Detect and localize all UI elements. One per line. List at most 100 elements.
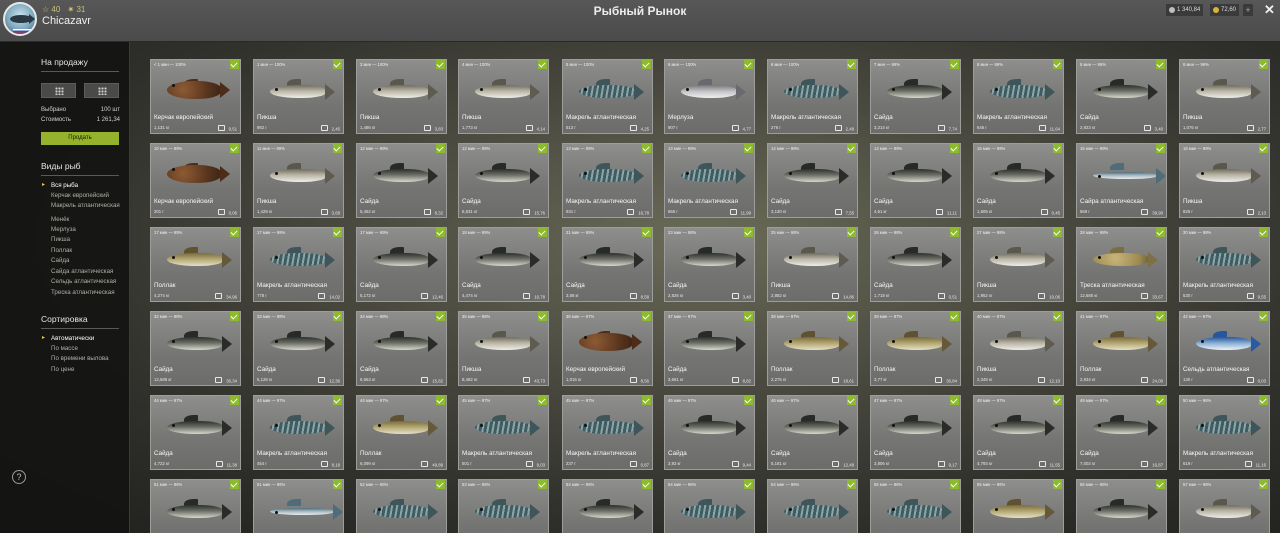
selected-check-icon[interactable]: [436, 312, 445, 321]
fish-card[interactable]: 51 мин — 96%: [150, 479, 241, 533]
fish-card[interactable]: 45 мин — 97% Макрель атлантическая 237 г 0,…: [562, 395, 653, 470]
selected-check-icon[interactable]: [230, 228, 239, 237]
fish-card[interactable]: 54 мин — 96%: [562, 479, 653, 533]
selected-check-icon[interactable]: [230, 312, 239, 321]
selected-check-icon[interactable]: [847, 228, 856, 237]
fish-card[interactable]: 32 мин — 98% Сайда 12,589 кг 30,34: [150, 311, 241, 386]
fish-card[interactable]: 25 мин — 98% Пикша 2,882 кг 14,86: [767, 227, 858, 302]
fish-card[interactable]: 52 мин — 96%: [356, 479, 447, 533]
fish-card[interactable]: 38 мин — 97% Поллак 2,275 кг 18,61: [767, 311, 858, 386]
selected-check-icon[interactable]: [642, 480, 651, 489]
fish-card[interactable]: 49 мин — 97% Сайда 7,002 кг 16,87: [1076, 395, 1167, 470]
fish-card[interactable]: 55 мин — 96%: [870, 479, 961, 533]
selected-check-icon[interactable]: [1156, 144, 1165, 153]
selected-check-icon[interactable]: [436, 228, 445, 237]
fish-card[interactable]: 42 мин — 97% Сельдь атлантическая 130 г 0,0…: [1179, 311, 1270, 386]
fish-card[interactable]: 8 мин — 99% Пикша 1,076 кг 2,77: [1179, 59, 1270, 134]
fish-card[interactable]: 8 мин — 99% Макрель атлантическая 646 г 11,…: [973, 59, 1064, 134]
fish-card[interactable]: 34 мин — 98% Сайда 6,563 кг 15,82: [356, 311, 447, 386]
fish-card[interactable]: 56 мин — 96%: [1076, 479, 1167, 533]
selected-check-icon[interactable]: [1053, 60, 1062, 69]
fish-card[interactable]: 12 мин — 99% Сайда 6,531 кг 15,76: [458, 143, 549, 218]
fish-card[interactable]: 44 мин — 97% Поллак 6,099 кг 49,89: [356, 395, 447, 470]
fish-card[interactable]: 18 мин — 99% Сайда 4,474 кг 10,78: [458, 227, 549, 302]
selected-check-icon[interactable]: [950, 60, 959, 69]
fish-card[interactable]: 50 мин — 96% Макрель атлантическая 619 г 11…: [1179, 395, 1270, 470]
selected-check-icon[interactable]: [1053, 144, 1062, 153]
selected-check-icon[interactable]: [333, 396, 342, 405]
selected-check-icon[interactable]: [333, 480, 342, 489]
selected-check-icon[interactable]: [333, 312, 342, 321]
selected-check-icon[interactable]: [1259, 396, 1268, 405]
fish-card[interactable]: 10 мин — 99% Керчак европейский 201 г 0,06: [150, 143, 241, 218]
selected-check-icon[interactable]: [436, 144, 445, 153]
selected-check-icon[interactable]: [847, 396, 856, 405]
selected-check-icon[interactable]: [847, 144, 856, 153]
fish-card[interactable]: 37 мин — 97% Сайда 3,661 кг 8,82: [664, 311, 755, 386]
selected-check-icon[interactable]: [230, 144, 239, 153]
fish-card[interactable]: 13 мин — 99% Макрель атлантическая 931 г 16…: [562, 143, 653, 218]
fish-card[interactable]: 14 мин — 99% Сайда 4,61 кг 11,11: [870, 143, 961, 218]
fish-card[interactable]: 15 мин — 99% Сайра атлантическая 569 г 39,9…: [1076, 143, 1167, 218]
selected-check-icon[interactable]: [1053, 480, 1062, 489]
fish-card[interactable]: 6 мин — 100% Мерлуза 907 г 4,77: [664, 59, 755, 134]
selected-check-icon[interactable]: [642, 144, 651, 153]
selected-check-icon[interactable]: [538, 228, 547, 237]
fish-card[interactable]: 40 мин — 97% Пикша 2,348 кг 12,10: [973, 311, 1064, 386]
selected-check-icon[interactable]: [847, 480, 856, 489]
selected-check-icon[interactable]: [333, 144, 342, 153]
selected-check-icon[interactable]: [744, 396, 753, 405]
selected-check-icon[interactable]: [950, 312, 959, 321]
selected-check-icon[interactable]: [333, 228, 342, 237]
selected-check-icon[interactable]: [1053, 228, 1062, 237]
fish-card[interactable]: 8 мин — 99% Сайда 2,923 кг 3,40: [1076, 59, 1167, 134]
fish-card[interactable]: 16 мин — 99% Пикша 825 г 2,13: [1179, 143, 1270, 218]
fish-card[interactable]: 45 мин — 97% Макрель атлантическая 501 г 9,…: [458, 395, 549, 470]
selected-check-icon[interactable]: [436, 480, 445, 489]
fish-card[interactable]: 3 мин — 100% Пикша 1,486 кг 3,83: [356, 59, 447, 134]
fish-card[interactable]: 46 мин — 97% Сайда 3,92 кг 9,44: [664, 395, 755, 470]
fish-card[interactable]: 53 мин — 96%: [458, 479, 549, 533]
fish-card[interactable]: 4 мин — 100% Пикша 1,773 кг 4,14: [458, 59, 549, 134]
selected-check-icon[interactable]: [1156, 396, 1165, 405]
selected-check-icon[interactable]: [642, 312, 651, 321]
selected-check-icon[interactable]: [230, 60, 239, 69]
selected-check-icon[interactable]: [1259, 60, 1268, 69]
selected-check-icon[interactable]: [744, 60, 753, 69]
fish-card[interactable]: 48 мин — 97% Сайда 4,793 кг 11,55: [973, 395, 1064, 470]
selected-check-icon[interactable]: [950, 228, 959, 237]
selected-check-icon[interactable]: [744, 312, 753, 321]
selected-check-icon[interactable]: [847, 60, 856, 69]
selected-check-icon[interactable]: [744, 144, 753, 153]
fish-card[interactable]: 6 мин — 100% Макрель атлантическая 276 г 2,…: [767, 59, 858, 134]
fish-card[interactable]: 5 мин — 100% Макрель атлантическая 513 г 4,…: [562, 59, 653, 134]
selected-check-icon[interactable]: [1156, 228, 1165, 237]
fish-card[interactable]: 17 мин — 99% Поллак 4,274 кг 34,96: [150, 227, 241, 302]
fish-card[interactable]: 35 мин — 98% Пикша 8,482 кг 43,73: [458, 311, 549, 386]
selected-check-icon[interactable]: [847, 312, 856, 321]
selected-check-icon[interactable]: [436, 396, 445, 405]
selected-check-icon[interactable]: [436, 60, 445, 69]
fish-card[interactable]: 1 мин — 100% Пикша 952 г 2,45: [253, 59, 344, 134]
fish-card[interactable]: 13 мин — 99% Макрель атлантическая 665 г 11…: [664, 143, 755, 218]
fish-card[interactable]: 47 мин — 97% Сайда 3,806 кг 9,17: [870, 395, 961, 470]
selected-check-icon[interactable]: [1053, 312, 1062, 321]
selected-check-icon[interactable]: [538, 480, 547, 489]
selected-check-icon[interactable]: [642, 396, 651, 405]
selected-check-icon[interactable]: [744, 480, 753, 489]
selected-check-icon[interactable]: [950, 396, 959, 405]
selected-check-icon[interactable]: [744, 228, 753, 237]
selected-check-icon[interactable]: [642, 228, 651, 237]
fish-card[interactable]: 54 мин — 96%: [664, 479, 755, 533]
fish-card[interactable]: 26 мин — 98% Сайда 1,718 кг 0,51: [870, 227, 961, 302]
fish-card[interactable]: 55 мин — 96%: [973, 479, 1064, 533]
selected-check-icon[interactable]: [1053, 396, 1062, 405]
fish-card[interactable]: 46 мин — 97% Сайда 5,181 кг 12,48: [767, 395, 858, 470]
selected-check-icon[interactable]: [950, 480, 959, 489]
fish-card[interactable]: 15 мин — 99% Сайда 1,505 кг 0,45: [973, 143, 1064, 218]
fish-card[interactable]: 57 мин — 96%: [1179, 479, 1270, 533]
selected-check-icon[interactable]: [538, 396, 547, 405]
fish-card[interactable]: 39 мин — 97% Поллак 3,77 кг 30,84: [870, 311, 961, 386]
fish-card[interactable]: 41 мин — 97% Поллак 2,934 кг 24,00: [1076, 311, 1167, 386]
selected-check-icon[interactable]: [950, 144, 959, 153]
